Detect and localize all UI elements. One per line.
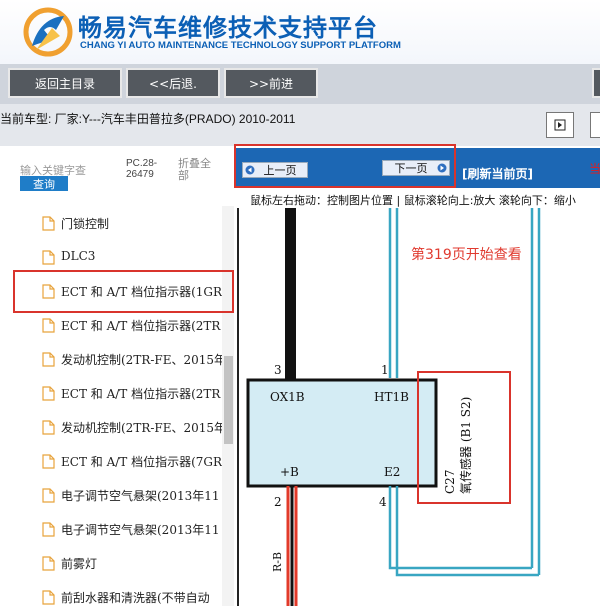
component-name: 氧传感器 (B1 S2) — [458, 397, 473, 494]
app-title: 畅易汽车维修技术支持平台 — [78, 14, 378, 42]
document-icon — [42, 352, 55, 367]
forward-button[interactable]: >>前进 — [224, 68, 318, 98]
home-button[interactable]: 返回主目录 — [8, 68, 122, 98]
tree-item[interactable]: 发动机控制(2TR-FE、2015年 — [0, 410, 222, 444]
tree-item[interactable]: 发动机控制(2TR-FE、2015年 — [0, 342, 222, 376]
pc-line-2: 26479 — [126, 169, 154, 180]
document-icon — [42, 250, 55, 265]
pin-label: 1 — [381, 363, 389, 377]
query-button[interactable]: 查询 — [20, 176, 68, 191]
pin-label: 3 — [274, 363, 282, 377]
highlight-selected-item — [13, 270, 234, 313]
document-icon — [42, 556, 55, 571]
document-icon — [42, 488, 55, 503]
document-icon — [42, 318, 55, 333]
toggle-panel-button[interactable] — [546, 112, 574, 138]
tree-list: 门锁控制 DLC3 ECT 和 A/T 档位指示器(1GR ECT 和 A/T … — [0, 206, 222, 606]
document-icon — [42, 386, 55, 401]
document-icon — [42, 590, 55, 605]
document-icon — [42, 216, 55, 231]
pc-line-1: PC.28- — [126, 158, 158, 169]
collapse-all-button[interactable]: 折叠全 部 — [178, 158, 211, 182]
wire-color-label: R-B — [271, 552, 284, 572]
tree-item-label: 电子调节空气悬架(2013年11 — [61, 489, 220, 503]
tree-item[interactable]: 电子调节空气悬架(2013年11 — [0, 478, 222, 512]
tree-item-label: 发动机控制(2TR-FE、2015年 — [61, 421, 222, 435]
tree-item[interactable]: DLC3 — [0, 240, 222, 274]
tree-item[interactable]: 前雾灯 — [0, 546, 222, 580]
document-icon — [42, 420, 55, 435]
terminal-label: OX1B — [270, 390, 305, 404]
info-edge-button[interactable] — [590, 112, 600, 138]
viewer-hint: 鼠标左右拖动：控制图片位置 | 鼠标滚轮向上:放大 滚轮向下：缩小 — [250, 194, 576, 207]
current-vehicle: 当前车型: 厂家:Y---汽车丰田普拉多(PRADO) 2010-2011 — [0, 112, 296, 126]
app-header: 畅易汽车维修技术支持平台 CHANG YI AUTO MAINTENANCE T… — [0, 0, 600, 64]
black-wire — [285, 208, 296, 380]
main-toolbar: 返回主目录 <<后退. >>前进 — [0, 64, 600, 104]
component-code: C27 — [443, 470, 457, 494]
tree-item-label: 电子调节空气悬架(2013年11 — [61, 523, 220, 537]
tree-item-label: 发动机控制(2TR-FE、2015年 — [61, 353, 222, 367]
panel-toggle-icon — [554, 119, 566, 131]
tree-item-label: DLC3 — [61, 249, 96, 263]
wiring-diagram[interactable]: 3 1 OX1B HT1B +B E2 2 4 C27 氧传感器 (B1 S2)… — [236, 208, 600, 606]
tree-item[interactable]: 前刮水器和清洗器(不带自动 — [0, 580, 222, 606]
pin-label: 4 — [379, 495, 387, 509]
tree-item-label: ECT 和 A/T 档位指示器(2TR — [61, 387, 221, 401]
collapse-line-2: 部 — [178, 169, 189, 182]
tree-item-label: 前刮水器和清洗器(不带自动 — [61, 591, 210, 605]
tree-item[interactable]: 电子调节空气悬架(2013年11 — [0, 512, 222, 546]
document-icon — [42, 522, 55, 537]
tree-item-label: ECT 和 A/T 档位指示器(2TR — [61, 319, 221, 333]
terminal-label: +B — [280, 465, 299, 479]
logo-icon — [23, 7, 73, 57]
sidebar-scrollbar-thumb[interactable] — [224, 356, 233, 444]
document-icon — [42, 454, 55, 469]
tree-item[interactable]: ECT 和 A/T 档位指示器(2TR — [0, 376, 222, 410]
current-page-label: 当 — [589, 162, 600, 176]
pin-label: 2 — [274, 495, 282, 509]
toolbar-edge-button[interactable] — [592, 68, 600, 98]
terminal-label: HT1B — [374, 390, 409, 404]
terminal-label: E2 — [384, 465, 400, 479]
tree-item[interactable]: ECT 和 A/T 档位指示器(7GR — [0, 444, 222, 478]
tree-item-label: 前雾灯 — [61, 557, 98, 571]
back-button[interactable]: <<后退. — [126, 68, 220, 98]
tree-item[interactable]: 门锁控制 — [0, 206, 222, 240]
refresh-page-button[interactable]: [刷新当前页] — [462, 165, 533, 182]
highlight-nav-buttons — [234, 144, 456, 188]
tree-item-label: ECT 和 A/T 档位指示器(7GR — [61, 455, 222, 469]
tree-item-label: 门锁控制 — [61, 217, 110, 231]
page-annotation: 第319页开始查看 — [411, 247, 522, 263]
tree-item[interactable]: ECT 和 A/T 档位指示器(2TR — [0, 308, 222, 342]
app-subtitle: CHANG YI AUTO MAINTENANCE TECHNOLOGY SUP… — [80, 40, 401, 51]
pc-info: PC.28- 26479 — [126, 158, 157, 180]
